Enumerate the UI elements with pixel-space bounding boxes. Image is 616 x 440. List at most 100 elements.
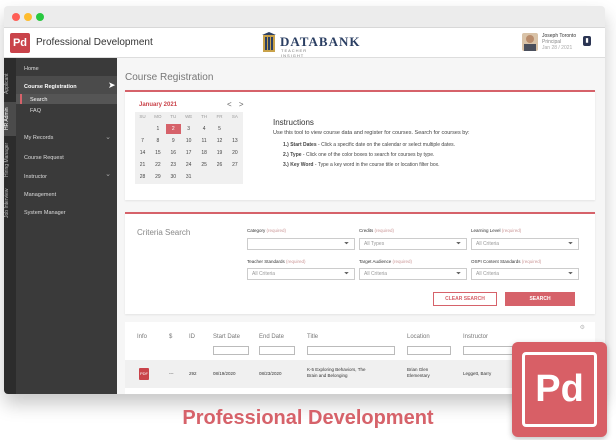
calendar-day-header: TU (170, 114, 177, 119)
user-photo-icon (524, 35, 536, 51)
avatar[interactable] (522, 33, 538, 51)
row-title-line: Brain and Belonging (307, 373, 348, 378)
calendar-day[interactable]: 7 (135, 136, 150, 146)
chevron-down-icon[interactable]: ⌄ (105, 170, 111, 178)
chevron-right-icon[interactable]: > (239, 100, 244, 109)
calendar-day[interactable]: 1 (150, 124, 165, 134)
calendar-day-header: MO (154, 114, 162, 119)
search-button[interactable]: SEARCH (505, 292, 575, 306)
calendar-day[interactable]: 24 (181, 160, 196, 170)
brand-subtitle: TEACHER INSIGHT (281, 48, 308, 58)
calendar-day[interactable]: 12 (212, 136, 227, 146)
sidebar-item-course-registration[interactable]: Course Registration (24, 84, 77, 90)
calendar-day[interactable]: 9 (166, 136, 181, 146)
sidebar-item-home[interactable]: Home (24, 66, 39, 72)
mouse-cursor-icon: ➤ (108, 80, 116, 90)
maximize-dot[interactable] (36, 13, 44, 21)
calendar-day[interactable]: 5 (212, 124, 227, 134)
clear-search-button[interactable]: CLEAR SEARCH (433, 292, 497, 306)
required-note: (required) (521, 259, 542, 264)
row-start-date: 08/19/2020 (213, 371, 236, 376)
target-audience-label: Target Audience (required) (359, 259, 412, 264)
calendar-day[interactable]: 16 (166, 148, 181, 158)
sidebar-item-faq[interactable]: FAQ (30, 108, 41, 114)
col-header-cost[interactable]: $ (169, 334, 172, 340)
location-filter[interactable] (407, 346, 451, 355)
minimize-dot[interactable] (24, 13, 32, 21)
title-filter[interactable] (307, 346, 395, 355)
calendar-day[interactable]: 11 (197, 136, 212, 146)
learning-level-select[interactable]: All Criteria ⏷ (471, 238, 579, 250)
end-date-filter[interactable] (259, 346, 295, 355)
calendar-day[interactable]: 22 (150, 160, 165, 170)
row-location: Brian Glen Elementary (407, 367, 430, 379)
calendar-day[interactable]: 8 (150, 136, 165, 146)
field-label: Teacher Standards (247, 259, 285, 264)
pdf-icon[interactable]: PDF (139, 368, 149, 380)
ospi-standards-select[interactable]: All Criteria ⏷ (471, 268, 579, 280)
teacher-standards-select[interactable]: All Criteria ⏷ (247, 268, 355, 280)
vtab-applicant[interactable]: Applicant (4, 66, 16, 102)
col-header-start-date[interactable]: Start Date (213, 334, 240, 340)
calendar-day[interactable]: 17 (181, 148, 196, 158)
sidebar-item-management[interactable]: Management (24, 192, 56, 198)
col-header-location[interactable]: Location (407, 334, 430, 340)
col-header-end-date[interactable]: End Date (259, 334, 284, 340)
sidebar-item-search[interactable]: Search (30, 97, 47, 103)
calendar-day[interactable]: 23 (166, 160, 181, 170)
calendar-day[interactable]: 27 (227, 160, 242, 170)
caption: Professional Development (182, 407, 434, 429)
caret-down-icon: ⏷ (568, 271, 573, 277)
calendar-day[interactable]: 10 (181, 136, 196, 146)
category-select[interactable]: ⏷ (247, 238, 355, 250)
calendar-day[interactable]: 21 (135, 160, 150, 170)
calendar-day[interactable]: 28 (135, 172, 150, 182)
instruction-step: 2.) Type - Click one of the color boxes … (283, 152, 434, 158)
col-header-instructor[interactable]: Instructor (463, 334, 488, 340)
vtab-hiring-manager[interactable]: Hiring Manager (4, 138, 16, 182)
vtab-job-interview[interactable]: Job Interview (4, 184, 16, 222)
chevron-down-icon[interactable]: ⌄ (105, 133, 111, 141)
select-value: All Criteria (252, 271, 276, 277)
user-date: Jan 28 / 2021 (542, 45, 573, 51)
window-titlebar (4, 6, 605, 28)
calendar-day[interactable]: 26 (212, 160, 227, 170)
teacher-standards-label: Teacher Standards (required) (247, 259, 306, 264)
calendar-day[interactable]: 15 (150, 148, 165, 158)
sidebar-item-course-request[interactable]: Course Request (24, 155, 64, 161)
col-header-title[interactable]: Title (307, 334, 318, 340)
target-audience-select[interactable]: All Criteria ⏷ (359, 268, 467, 280)
calendar-day[interactable]: 20 (227, 148, 242, 158)
calendar-day[interactable]: 3 (181, 124, 196, 134)
pd-logo[interactable]: Pd (10, 33, 30, 53)
calendar-day[interactable]: 13 (227, 136, 242, 146)
calendar-day[interactable]: 4 (197, 124, 212, 134)
vtab-hr-admin[interactable]: HR Admin (4, 102, 16, 136)
start-date-filter[interactable] (213, 346, 249, 355)
sidebar-item-instructor[interactable]: Instructor (24, 174, 47, 180)
calendar-day[interactable]: 29 (150, 172, 165, 182)
calendar-day[interactable]: 25 (197, 160, 212, 170)
calendar-day[interactable]: 18 (197, 148, 212, 158)
close-dot[interactable] (12, 13, 20, 21)
credits-select[interactable]: All Types ⏷ (359, 238, 467, 250)
calendar-day[interactable]: 14 (135, 148, 150, 158)
calendar-day[interactable]: 2 (165, 124, 181, 134)
calendar-day[interactable]: 30 (166, 172, 181, 182)
notification-icon[interactable]: ▮ (583, 36, 591, 46)
calendar-day-header: FR (216, 114, 223, 119)
user-info[interactable]: Joseph Toronto Principal Jan 28 / 2021 (542, 33, 576, 51)
sidebar-item-my-records[interactable]: My Records (24, 135, 53, 141)
col-header-info[interactable]: Info (137, 334, 147, 340)
calendar-day (212, 172, 227, 182)
row-title[interactable]: K-5 Exploring Behaviors, The Brain and Be… (307, 367, 365, 379)
instructor-filter[interactable] (463, 346, 519, 355)
sidebar-item-system-manager[interactable]: System Manager (24, 210, 66, 216)
step-bold: 1.) Start Dates (283, 142, 317, 148)
chevron-left-icon[interactable]: < (227, 100, 232, 109)
settings-icon[interactable]: ⚙ (580, 324, 585, 331)
col-header-id[interactable]: ID (189, 334, 195, 340)
calendar-day[interactable]: 31 (181, 172, 196, 182)
calendar-day[interactable]: 19 (212, 148, 227, 158)
required-note: (required) (374, 228, 395, 233)
